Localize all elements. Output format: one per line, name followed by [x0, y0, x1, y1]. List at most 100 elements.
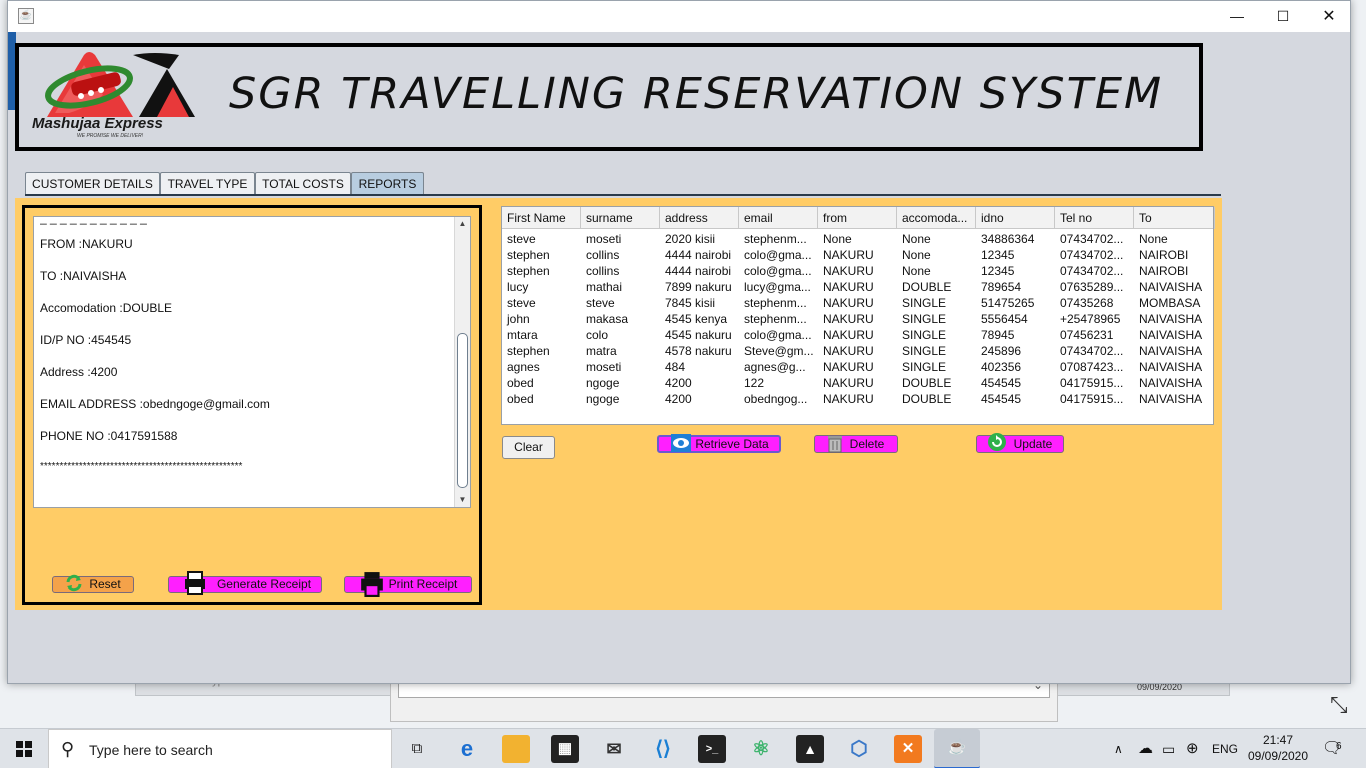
table-cell[interactable]: 07434702... — [1055, 263, 1134, 279]
column-header[interactable]: idno — [976, 207, 1055, 229]
table-row[interactable]: obed ngoge 4200 122 NAKURU DOUBLE 454545 041759… — [502, 375, 1213, 391]
task-view-icon[interactable]: ⧉ — [403, 735, 431, 763]
table-cell[interactable]: steve — [502, 231, 581, 247]
table-cell[interactable]: colo@gma... — [739, 263, 818, 279]
table-cell[interactable]: 7899 nakuru — [660, 279, 739, 295]
table-cell[interactable]: obedngog... — [739, 391, 818, 407]
table-row[interactable]: obed ngoge 4200 obedngog... NAKURU DOUBLE 4545… — [502, 391, 1213, 407]
table-cell[interactable]: makasa — [581, 311, 660, 327]
table-cell[interactable]: NAKURU — [818, 327, 897, 343]
generate-receipt-button[interactable]: Generate Receipt — [168, 571, 322, 595]
table-cell[interactable]: 7845 kisii — [660, 295, 739, 311]
table-cell[interactable]: matra — [581, 343, 660, 359]
tab-travel-type[interactable]: TRAVEL TYPE — [160, 172, 255, 195]
table-cell[interactable]: collins — [581, 247, 660, 263]
table-row[interactable]: john makasa 4545 kenya stephenm... NAKURU SIN… — [502, 311, 1213, 327]
taskbar-search[interactable]: ⚲ Type here to search — [48, 729, 392, 768]
table-cell[interactable]: 4444 nairobi — [660, 263, 739, 279]
tab-customer-details[interactable]: CUSTOMER DETAILS — [25, 172, 160, 195]
table-row[interactable]: lucy mathai 7899 nakuru lucy@gma... NAKURU DO… — [502, 279, 1213, 295]
table-cell[interactable]: NAIROBI — [1134, 247, 1215, 263]
table-row[interactable]: mtara colo 4545 nakuru colo@gma... NAKURU SIN… — [502, 327, 1213, 343]
table-cell[interactable]: None — [897, 263, 976, 279]
table-cell[interactable]: stephen — [502, 247, 581, 263]
mail-icon[interactable]: ✉ — [600, 735, 628, 763]
table-cell[interactable]: NAIVAISHA — [1134, 375, 1215, 391]
table-cell[interactable]: 4578 nakuru — [660, 343, 739, 359]
table-cell[interactable]: NAKURU — [818, 247, 897, 263]
table-cell[interactable]: MOMBASA — [1134, 295, 1215, 311]
language-indicator[interactable]: ENG — [1212, 729, 1238, 768]
table-cell[interactable]: john — [502, 311, 581, 327]
java-app-icon[interactable]: ☕ — [934, 729, 980, 768]
table-cell[interactable]: 04175915... — [1055, 391, 1134, 407]
taskbar-clock[interactable]: 21:47 09/09/2020 — [1244, 732, 1312, 764]
table-cell[interactable]: stephenm... — [739, 311, 818, 327]
table-cell[interactable]: 4444 nairobi — [660, 247, 739, 263]
table-cell[interactable]: SINGLE — [897, 359, 976, 375]
table-cell[interactable]: agnes — [502, 359, 581, 375]
network-icon[interactable]: ⊕ — [1186, 729, 1199, 768]
table-cell[interactable]: lucy@gma... — [739, 279, 818, 295]
table-row[interactable]: steve moseti 2020 kisii stephenm... None None… — [502, 231, 1213, 247]
file-explorer-icon[interactable] — [502, 735, 530, 763]
table-row[interactable]: stephen collins 4444 nairobi colo@gma... NAK… — [502, 247, 1213, 263]
table-cell[interactable]: ngoge — [581, 391, 660, 407]
table-cell[interactable]: 78945 — [976, 327, 1055, 343]
reset-button[interactable]: Reset — [52, 574, 134, 593]
table-cell[interactable]: +25478965 — [1055, 311, 1134, 327]
table-cell[interactable]: 51475265 — [976, 295, 1055, 311]
print-receipt-button[interactable]: Print Receipt — [344, 572, 472, 597]
atom-icon[interactable]: ⚛ — [747, 735, 775, 763]
table-row[interactable]: stephen collins 4444 nairobi colo@gma... NAK… — [502, 263, 1213, 279]
table-cell[interactable]: NAKURU — [818, 391, 897, 407]
table-cell[interactable]: stephenm... — [739, 295, 818, 311]
table-cell[interactable]: 4200 — [660, 375, 739, 391]
table-row[interactable]: steve steve 7845 kisii stephenm... NAKURU SIN… — [502, 295, 1213, 311]
tray-chevron-icon[interactable]: ∧ — [1114, 729, 1123, 768]
column-header[interactable]: First Name — [502, 207, 581, 229]
table-cell[interactable]: agnes@g... — [739, 359, 818, 375]
table-cell[interactable]: mtara — [502, 327, 581, 343]
table-cell[interactable]: 789654 — [976, 279, 1055, 295]
onedrive-icon[interactable]: ☁ — [1138, 729, 1153, 768]
table-cell[interactable]: SINGLE — [897, 327, 976, 343]
table-cell[interactable]: stephen — [502, 343, 581, 359]
table-cell[interactable]: 484 — [660, 359, 739, 375]
table-cell[interactable]: 402356 — [976, 359, 1055, 375]
update-button[interactable]: Update — [976, 433, 1064, 453]
table-row[interactable]: agnes moseti 484 agnes@g... NAKURU SINGLE 4023… — [502, 359, 1213, 375]
table-cell[interactable]: 04175915... — [1055, 375, 1134, 391]
table-cell[interactable]: 07087423... — [1055, 359, 1134, 375]
table-cell[interactable]: NAKURU — [818, 311, 897, 327]
table-cell[interactable]: 34886364 — [976, 231, 1055, 247]
table-cell[interactable]: NAKURU — [818, 295, 897, 311]
table-cell[interactable]: None — [897, 231, 976, 247]
table-cell[interactable]: 07434702... — [1055, 231, 1134, 247]
table-cell[interactable]: NAKURU — [818, 359, 897, 375]
table-cell[interactable]: SINGLE — [897, 311, 976, 327]
receipt-textarea[interactable]: _ _ _ _ _ _ _ _ _ _ _ FROM :NAKURU TO :N… — [33, 216, 471, 508]
bookings-table[interactable]: First Name surname address email from accomod… — [501, 206, 1215, 425]
table-cell[interactable]: moseti — [581, 231, 660, 247]
minimize-button[interactable]: — — [1214, 1, 1260, 32]
table-cell[interactable]: 454545 — [976, 391, 1055, 407]
table-cell[interactable]: mathai — [581, 279, 660, 295]
table-cell[interactable]: steve — [581, 295, 660, 311]
store-icon[interactable]: ▦ — [551, 735, 579, 763]
table-cell[interactable]: DOUBLE — [897, 375, 976, 391]
table-cell[interactable]: stephenm... — [739, 231, 818, 247]
table-cell[interactable]: 4200 — [660, 391, 739, 407]
table-cell[interactable]: obed — [502, 375, 581, 391]
table-cell[interactable]: NAKURU — [818, 343, 897, 359]
table-cell[interactable]: colo@gma... — [739, 327, 818, 343]
table-cell[interactable]: lucy — [502, 279, 581, 295]
column-header[interactable]: To — [1134, 207, 1215, 229]
maximize-button[interactable]: ☐ — [1260, 1, 1306, 32]
delete-button[interactable]: Delete — [814, 435, 898, 453]
table-cell[interactable]: 245896 — [976, 343, 1055, 359]
scroll-down-icon[interactable]: ▼ — [455, 493, 470, 507]
column-header[interactable]: address — [660, 207, 739, 229]
table-cell[interactable]: SINGLE — [897, 343, 976, 359]
table-cell[interactable]: NAIVAISHA — [1134, 279, 1215, 295]
